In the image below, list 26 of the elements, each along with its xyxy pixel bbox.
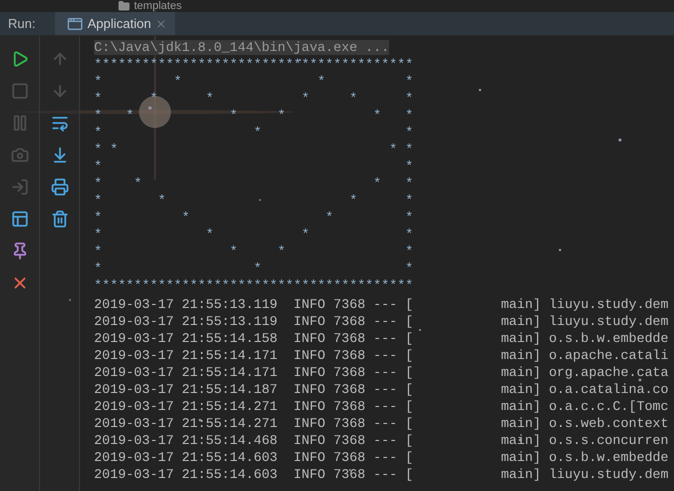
close-tab-icon[interactable]: [155, 18, 168, 30]
log-line: 2019-03-17 21:55:14.271 INFO 7368 --- [ main] o.a.c.c.C.[Tomc: [94, 398, 669, 415]
log-line: 2019-03-17 21:55:14.171 INFO 7368 --- [ main] org.apache.cata: [94, 364, 669, 381]
log-line: 2019-03-17 21:55:14.171 INFO 7368 --- [ main] o.apache.catali: [94, 347, 669, 364]
folder-icon: [118, 0, 130, 12]
log-line: 2019-03-17 21:55:14.603 INFO 7368 --- [ main] o.s.b.w.embedde: [94, 449, 669, 466]
log-line: 2019-03-17 21:55:14.468 INFO 7368 --- [ main] o.s.s.concurren: [94, 432, 669, 449]
log-line: 2019-03-17 21:55:14.187 INFO 7368 --- [ main] o.a.catalina.co: [94, 381, 669, 398]
log-line: 2019-03-17 21:55:14.603 INFO 7368 --- [ main] liuyu.study.dem: [94, 466, 669, 483]
application-icon: [67, 16, 84, 32]
trash-icon: [50, 210, 68, 228]
stop-icon: [10, 82, 28, 100]
run-tab[interactable]: Application: [55, 12, 176, 35]
log-line: 2019-03-17 21:55:14.158 INFO 7368 --- [ main] o.s.b.w.embedde: [94, 330, 669, 347]
printer-icon: [50, 178, 68, 196]
log-line: 2019-03-17 21:55:14.271 INFO 7368 --- [ main] o.s.web.context: [94, 415, 669, 432]
log-line: 2019-03-17 21:55:13.119 INFO 7368 --- [ main] liuyu.study.dem: [94, 313, 669, 330]
ascii-art-heart: **************************************** * * * * * * * * * * * * * * * * * * * * * * * * * * * * * * * * * * * * * * * * * * * * * * * * ****************************************: [94, 56, 414, 294]
run-label: Run:: [7, 14, 36, 33]
enter-icon: [10, 178, 28, 196]
log-line: 2019-03-17 21:55:13.119 INFO 7368 --- [ main] liuyu.study.dem: [94, 296, 669, 313]
folder-label: templates: [134, 0, 182, 12]
camera-icon: [10, 146, 28, 164]
tab-label: Application: [87, 14, 152, 33]
layout-icon: [10, 210, 28, 228]
soft-wrap-icon: [50, 114, 68, 132]
